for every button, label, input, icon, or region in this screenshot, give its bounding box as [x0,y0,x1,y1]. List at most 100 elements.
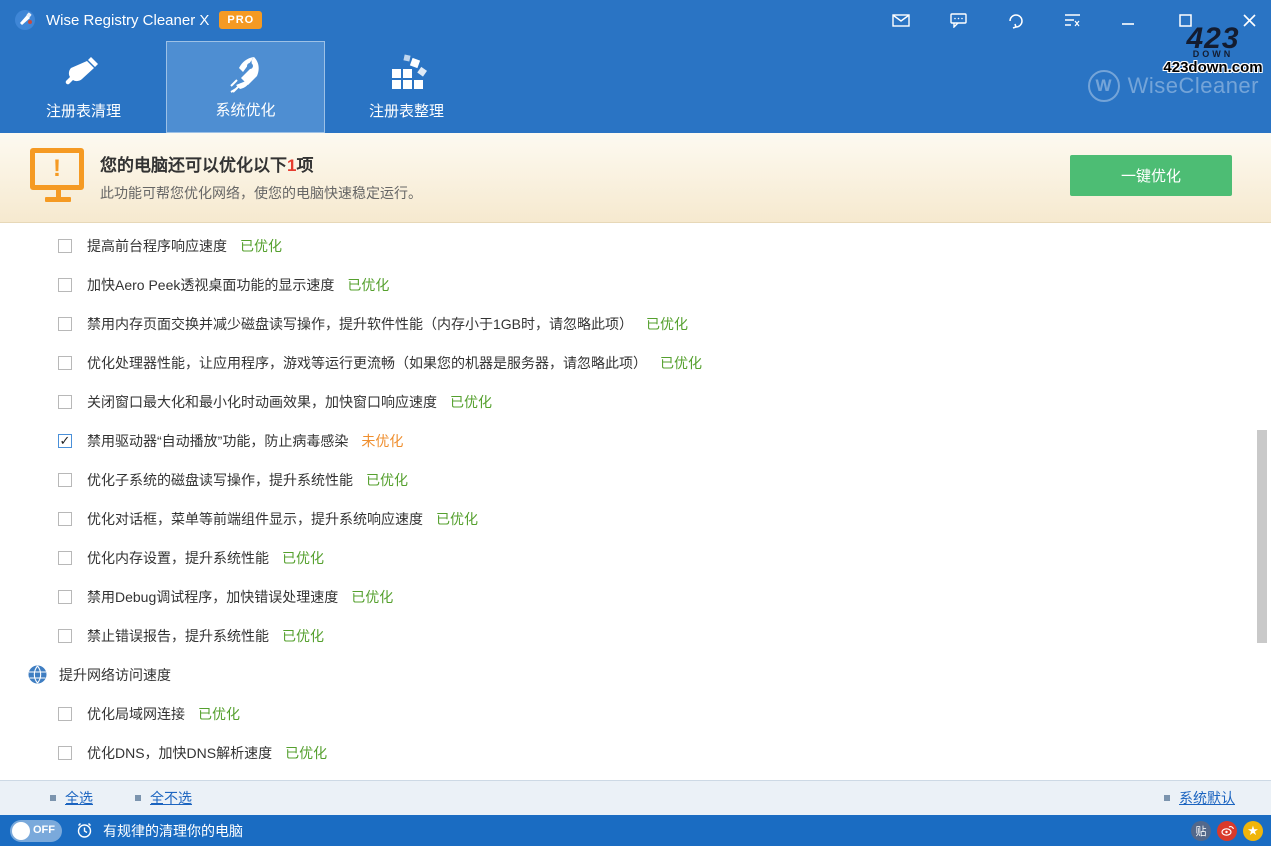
mail-icon[interactable] [890,0,912,40]
item-checkbox[interactable] [58,278,72,292]
item-checkbox[interactable] [58,551,72,565]
item-label: 禁用内存页面交换并减少磁盘读写操作，提升软件性能（内存小于1GB时，请忽略此项） [87,314,633,334]
item-status: 已优化 [450,392,492,412]
list-item[interactable]: 禁止错误报告，提升系统性能已优化 [0,616,1271,655]
list-item[interactable]: 禁用内存页面交换并减少磁盘读写操作，提升软件性能（内存小于1GB时，请忽略此项）… [0,304,1271,343]
banner-description: 此功能可帮您优化网络，使您的电脑快速稳定运行。 [100,183,422,203]
bullet-icon [135,795,141,801]
scrollbar-thumb[interactable] [1257,430,1267,643]
tabbar: 注册表清理 系统优化 注册表整理 W WiseCleaner [0,40,1271,133]
rocket-icon [167,54,324,98]
app-window: Wise Registry Cleaner X PRO 423 DOWN 423… [0,0,1271,846]
item-status: 已优化 [351,587,393,607]
item-status: 已优化 [366,470,408,490]
selection-bar: 全选 全不选 系统默认 [0,780,1271,815]
item-checkbox[interactable] [58,512,72,526]
tab-label: 注册表清理 [46,100,121,121]
item-label: 优化局域网连接 [87,704,185,724]
defrag-icon [327,53,486,97]
minimize-icon[interactable] [1117,0,1139,40]
list-item[interactable]: 加快Aero Peek透视桌面功能的显示速度已优化 [0,265,1271,304]
item-status: 未优化 [361,431,403,451]
section-header: 提升网络访问速度 [0,655,1271,694]
watermark-423down: 423 DOWN 423down.com [1157,24,1269,75]
item-checkbox[interactable] [58,746,72,760]
schedule-toggle[interactable]: OFF [10,820,62,842]
qzone-star-icon[interactable]: ★ [1243,821,1263,841]
item-checkbox[interactable] [58,590,72,604]
item-status: 已优化 [646,314,688,334]
list-item[interactable]: ✓ 禁用驱动器“自动播放”功能，防止病毒感染未优化 [0,421,1271,460]
item-label: 优化处理器性能，让应用程序，游戏等运行更流畅（如果您的机器是服务器，请忽略此项） [87,353,647,373]
toggle-knob [12,822,30,840]
tab-label: 注册表整理 [369,100,444,121]
item-checkbox[interactable] [58,317,72,331]
item-label: 关闭窗口最大化和最小化时动画效果，加快窗口响应速度 [87,392,437,412]
system-default-link[interactable]: 系统默认 [1164,788,1235,808]
list-item[interactable]: 优化局域网连接已优化 [0,694,1271,733]
select-all-link[interactable]: 全选 [50,788,93,808]
item-status: 已优化 [347,275,389,295]
item-status: 已优化 [660,353,702,373]
item-status: 已优化 [198,704,240,724]
feedback-chat-icon[interactable] [947,0,969,40]
item-checkbox[interactable] [58,239,72,253]
bullet-icon [50,795,56,801]
item-status: 已优化 [282,548,324,568]
titlebar: Wise Registry Cleaner X PRO 423 DOWN 423… [0,0,1271,40]
alarm-clock-icon [76,822,93,839]
item-status: 已优化 [240,236,282,256]
wisecleaner-logo-icon: W [1088,70,1120,102]
weibo-icon[interactable] [1217,821,1237,841]
item-checkbox[interactable] [58,629,72,643]
list-item[interactable]: 优化DNS，加快DNS解析速度已优化 [0,733,1271,772]
item-checkbox[interactable]: ✓ [58,434,72,448]
item-checkbox[interactable] [58,473,72,487]
item-label: 禁止错误报告，提升系统性能 [87,626,269,646]
select-none-link[interactable]: 全不选 [135,788,192,808]
tab-label: 系统优化 [215,99,275,120]
tab-system-optimize[interactable]: 系统优化 [166,41,325,133]
item-status: 已优化 [285,743,327,763]
list-item[interactable]: 优化对话框，菜单等前端组件显示，提升系统响应速度已优化 [0,499,1271,538]
tieba-icon[interactable]: 贴 [1191,821,1211,841]
item-label: 优化内存设置，提升系统性能 [87,548,269,568]
item-checkbox[interactable] [58,356,72,370]
app-identity: Wise Registry Cleaner X PRO [14,0,262,40]
brush-icon [4,53,163,97]
item-label: 优化子系统的磁盘读写操作，提升系统性能 [87,470,353,490]
pro-badge: PRO [219,11,262,29]
item-status: 已优化 [436,509,478,529]
item-checkbox[interactable] [58,707,72,721]
item-label: 禁用驱动器“自动播放”功能，防止病毒感染 [87,431,348,451]
item-checkbox[interactable] [58,395,72,409]
app-title: Wise Registry Cleaner X [46,12,209,29]
item-status: 已优化 [282,626,324,646]
tab-registry-cleaner[interactable]: 注册表清理 [4,41,163,133]
item-label: 加快Aero Peek透视桌面功能的显示速度 [87,275,334,295]
banner-title: 您的电脑还可以优化以下1项 [100,151,313,176]
app-logo-icon [14,9,36,31]
section-label: 提升网络访问速度 [59,665,171,685]
optimize-banner: ! 您的电脑还可以优化以下1项 此功能可帮您优化网络，使您的电脑快速稳定运行。 … [0,133,1271,223]
one-click-optimize-button[interactable]: 一键优化 [1070,155,1232,196]
item-label: 优化DNS，加快DNS解析速度 [87,743,272,763]
optimize-item-list: 提高前台程序响应速度已优化加快Aero Peek透视桌面功能的显示速度已优化禁用… [0,224,1271,780]
item-label: 优化对话框，菜单等前端组件显示，提升系统响应速度 [87,509,423,529]
list-item[interactable]: 优化内存设置，提升系统性能已优化 [0,538,1271,577]
tab-registry-defrag[interactable]: 注册表整理 [327,41,486,133]
monitor-warning-icon: ! [30,148,86,206]
menu-icon[interactable] [1061,0,1083,40]
bullet-icon [1164,795,1170,801]
list-item[interactable]: 禁用Debug调试程序，加快错误处理速度已优化 [0,577,1271,616]
list-item[interactable]: 优化处理器性能，让应用程序，游戏等运行更流畅（如果您的机器是服务器，请忽略此项）… [0,343,1271,382]
list-item[interactable]: 优化子系统的磁盘读写操作，提升系统性能已优化 [0,460,1271,499]
support-icon[interactable] [1004,0,1026,40]
toggle-label: OFF [33,824,55,836]
statusbar: OFF 有规律的清理你的电脑 贴 ★ [0,815,1271,846]
item-label: 禁用Debug调试程序，加快错误处理速度 [87,587,338,607]
globe-icon [28,665,47,684]
list-item[interactable]: 提高前台程序响应速度已优化 [0,226,1271,265]
list-item[interactable]: 关闭窗口最大化和最小化时动画效果，加快窗口响应速度已优化 [0,382,1271,421]
item-label: 提高前台程序响应速度 [87,236,227,256]
